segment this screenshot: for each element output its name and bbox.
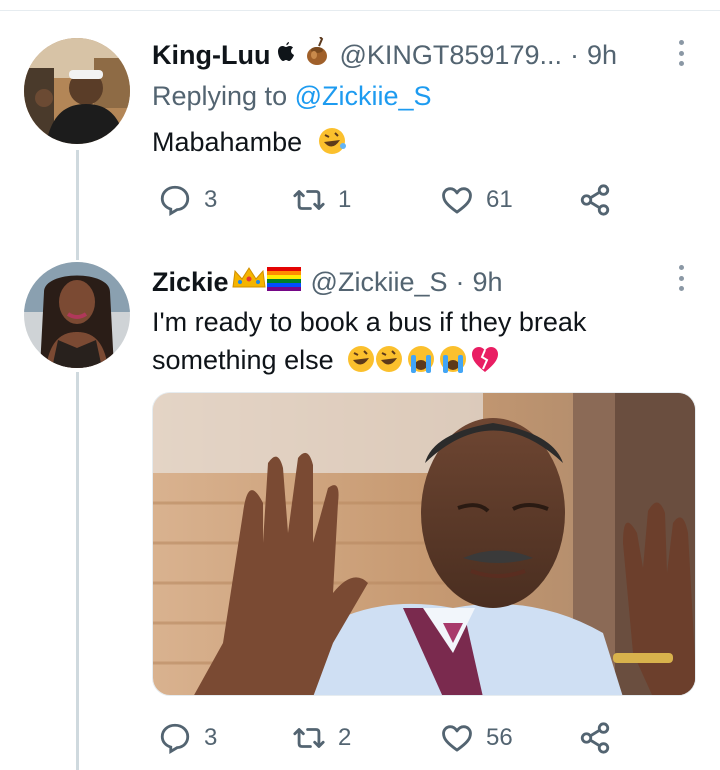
like-count: 56 xyxy=(486,724,513,751)
display-name[interactable]: Zickie xyxy=(152,266,229,298)
like-button[interactable]: 56 xyxy=(440,718,513,758)
tweet-actions: 3 2 56 xyxy=(152,718,622,758)
avatar[interactable] xyxy=(24,38,130,144)
reply-count: 3 xyxy=(204,724,218,751)
tweet-header: Zickie @Zickiie_S · 9h xyxy=(152,265,503,298)
gourd-icon xyxy=(305,36,329,72)
share-button[interactable] xyxy=(578,718,612,758)
handle[interactable]: @Zickiie_S xyxy=(311,266,448,298)
top-divider xyxy=(0,10,720,11)
reply-icon xyxy=(160,185,190,216)
retweet-button[interactable]: 2 xyxy=(292,718,351,758)
display-name[interactable]: King-Luu xyxy=(152,39,270,71)
tweet-text: I'm ready to book a bus if they break so… xyxy=(152,303,692,379)
share-icon xyxy=(580,722,610,754)
more-icon[interactable] xyxy=(674,40,688,66)
share-icon xyxy=(580,184,610,216)
share-button[interactable] xyxy=(578,180,612,220)
like-button[interactable]: 61 xyxy=(440,180,513,220)
more-icon[interactable] xyxy=(674,265,688,291)
replying-to-link[interactable]: @Zickiie_S xyxy=(295,81,432,111)
tweet-header: King-Luu @KINGT859179... · 9h xyxy=(152,36,617,72)
tweet-actions: 3 1 61 xyxy=(152,180,622,220)
retweet-count: 2 xyxy=(338,724,352,751)
thread-line xyxy=(76,372,79,770)
separator-dot: · xyxy=(455,266,465,297)
replying-prefix: Replying to xyxy=(152,81,295,111)
tweet-media-image[interactable] xyxy=(152,392,696,696)
retweet-icon xyxy=(293,728,325,748)
reply-button[interactable]: 3 xyxy=(158,180,217,220)
tweet-text: Mabahambe xyxy=(152,123,692,161)
like-icon xyxy=(442,725,472,752)
like-icon xyxy=(442,187,472,214)
handle[interactable]: @KINGT859179... xyxy=(339,39,562,71)
retweet-count: 1 xyxy=(338,186,352,213)
replying-to: Replying to @Zickiie_S xyxy=(152,80,432,112)
like-count: 61 xyxy=(486,186,513,213)
reply-count: 3 xyxy=(204,186,218,213)
avatar[interactable] xyxy=(24,262,130,368)
timestamp[interactable]: 9h xyxy=(473,266,503,298)
retweet-button[interactable]: 1 xyxy=(292,180,351,220)
apple-icon xyxy=(277,39,295,71)
tweet-text-line: I'm ready to book a bus if they break xyxy=(152,307,587,337)
reply-icon xyxy=(160,723,190,754)
thread-line xyxy=(76,150,79,260)
rofl-emoji-icon xyxy=(316,123,348,161)
rainbow-flag-icon xyxy=(266,266,301,298)
emoji-sequence-icon xyxy=(347,341,519,379)
tweet-text-body: Mabahambe xyxy=(152,127,303,157)
retweet-icon xyxy=(293,190,325,210)
timestamp[interactable]: 9h xyxy=(587,39,617,71)
tweet-text-line-2: something else xyxy=(152,341,692,379)
crown-icon xyxy=(231,265,267,298)
tweet-text-line: something else xyxy=(152,345,334,375)
reply-button[interactable]: 3 xyxy=(158,718,217,758)
separator-dot: · xyxy=(569,39,579,70)
